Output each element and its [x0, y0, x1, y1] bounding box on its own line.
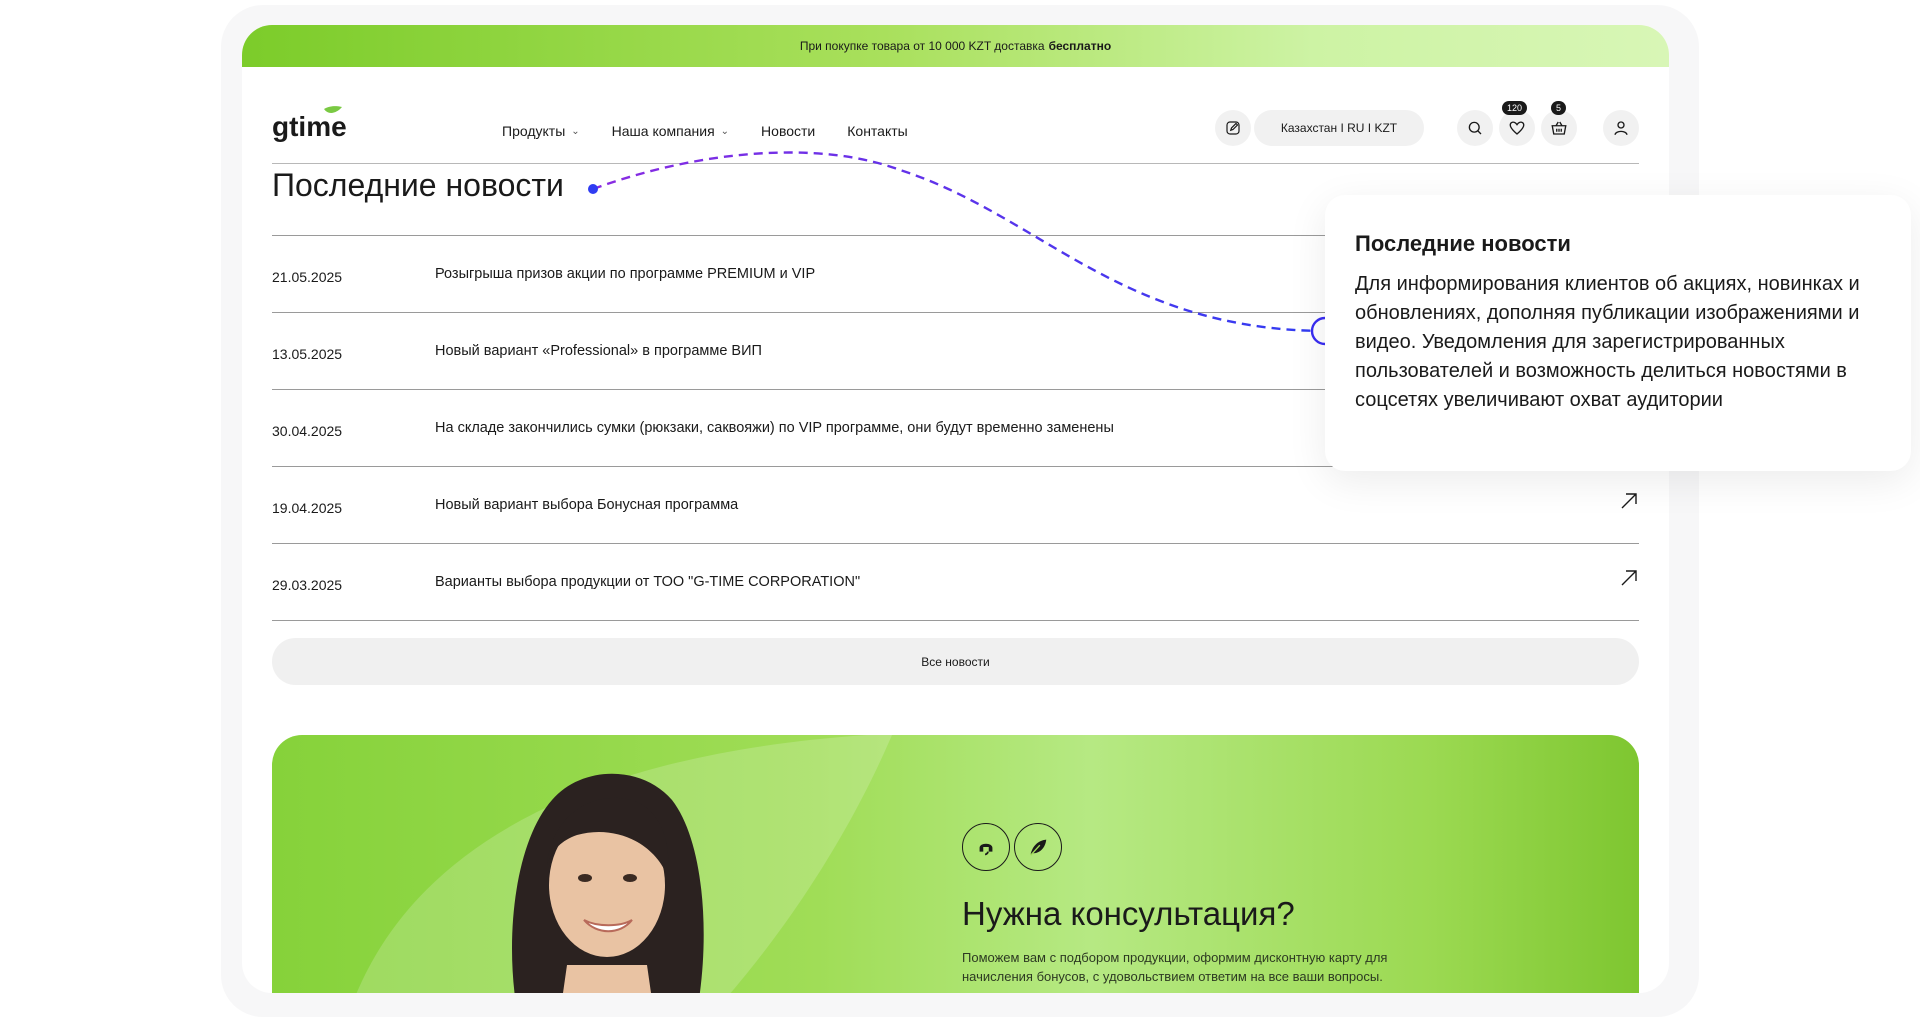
- heart-icon: [1509, 121, 1525, 135]
- nav-products[interactable]: Продукты ⌄: [502, 123, 580, 139]
- news-item[interactable]: 29.03.2025 Варианты выбора продукции от …: [272, 543, 1639, 621]
- news-section-title: Последние новости: [272, 167, 564, 203]
- favorites-count-badge: 120: [1502, 101, 1528, 115]
- news-date: 30.04.2025: [272, 423, 343, 439]
- consultation-banner: Нужна консультация? Поможем вам с подбор…: [272, 735, 1639, 993]
- nav-news-label: Новости: [761, 123, 816, 139]
- consult-description: Поможем вам с подбором продукции, оформи…: [962, 950, 1388, 984]
- gtime-logo[interactable]: gtime: [272, 105, 392, 145]
- promo-text: При покупке товара от 10 000 KZT доставк…: [799, 39, 1045, 53]
- news-title: Новый вариант выбора Бонусная программа: [435, 497, 739, 513]
- nav-contacts[interactable]: Контакты: [847, 123, 907, 139]
- consult-title: Нужна консультация?: [962, 895, 1295, 932]
- leaf-icon: [1014, 823, 1062, 871]
- region-label: Казахстан I RU I KZT: [1280, 121, 1398, 135]
- all-news-label: Все новости: [921, 654, 990, 669]
- edit-button[interactable]: [1215, 110, 1251, 146]
- nav-news[interactable]: Новости: [761, 123, 815, 139]
- support-icon: [962, 823, 1010, 871]
- news-date: 19.04.2025: [272, 500, 343, 516]
- all-news-button[interactable]: Все новости: [272, 638, 1639, 685]
- nav-contacts-label: Контакты: [847, 123, 908, 139]
- news-title: Розыгрыша призов акции по программе PREM…: [435, 266, 816, 282]
- website-page: При покупке товара от 10 000 KZT доставк…: [242, 25, 1669, 993]
- arrow-up-right-icon[interactable]: [1619, 568, 1639, 588]
- promo-bar: При покупке товара от 10 000 KZT доставк…: [242, 25, 1669, 67]
- news-title: На складе закончились сумки (рюкзаки, са…: [435, 420, 1114, 436]
- main-nav: Продукты ⌄ Наша компания ⌄ Новости Конта…: [502, 123, 908, 139]
- edit-icon: [1226, 121, 1240, 135]
- region-selector[interactable]: Казахстан I RU I KZT: [1254, 110, 1424, 146]
- news-date: 13.05.2025: [272, 346, 343, 362]
- news-title: Новый вариант «Professional» в программе…: [435, 343, 762, 359]
- consult-icons: [962, 823, 1062, 871]
- news-date: 21.05.2025: [272, 269, 343, 285]
- site-header: gtime Продукты ⌄ Наша компания ⌄ Новости…: [272, 83, 1639, 164]
- news-date: 29.03.2025: [272, 577, 343, 593]
- arrow-up-right-icon[interactable]: [1619, 491, 1639, 511]
- news-item[interactable]: 19.04.2025 Новый вариант выбора Бонусная…: [272, 466, 1639, 543]
- banner-leaf-shape: [356, 735, 892, 993]
- chevron-down-icon: ⌄: [720, 125, 730, 137]
- nav-products-label: Продукты: [502, 123, 566, 139]
- account-button[interactable]: [1603, 110, 1639, 146]
- search-icon: [1468, 121, 1482, 135]
- nav-company-label: Наша компания: [611, 123, 715, 139]
- consultant-photo: [512, 773, 704, 993]
- annotation-callout: Последние новости Для информирования кли…: [1325, 195, 1911, 471]
- cart-count-badge: 5: [1551, 101, 1567, 115]
- callout-text: Для информирования клиентов об акциях, н…: [1355, 273, 1860, 411]
- svg-text:gtime: gtime: [272, 111, 347, 142]
- callout-title: Последние новости: [1355, 231, 1571, 256]
- favorites-button[interactable]: 120: [1499, 101, 1535, 146]
- basket-icon: [1551, 121, 1567, 135]
- search-button[interactable]: [1457, 110, 1493, 146]
- promo-bold-text: бесплатно: [1048, 39, 1112, 53]
- user-icon: [1614, 121, 1628, 136]
- chevron-down-icon: ⌄: [571, 125, 580, 137]
- cart-button[interactable]: 5: [1541, 101, 1577, 146]
- news-title: Варианты выбора продукции от ТОО "G-TIME…: [435, 574, 861, 590]
- nav-company[interactable]: Наша компания ⌄: [612, 123, 729, 139]
